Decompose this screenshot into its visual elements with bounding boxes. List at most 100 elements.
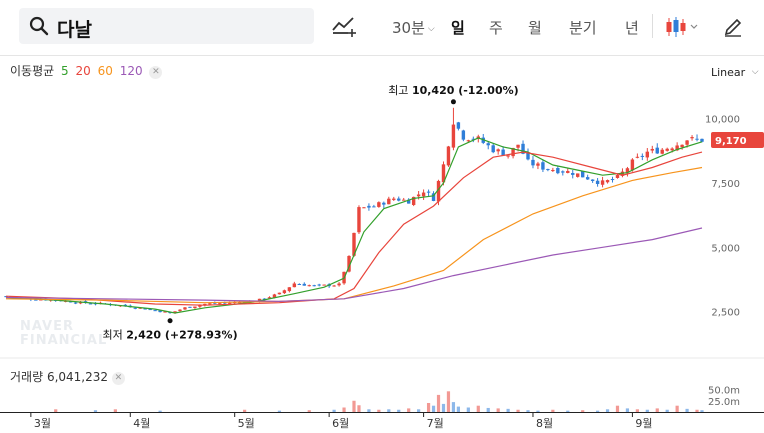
candle-body	[153, 310, 157, 312]
low-annotation: 최저 2,420 (+278.93%)	[102, 329, 237, 342]
ma-line-5	[5, 137, 703, 314]
volume-bar	[655, 408, 659, 412]
candle-body	[402, 199, 406, 201]
x-tick-label: 8월	[536, 417, 553, 430]
candle-body	[610, 179, 615, 181]
volume-bar	[426, 403, 431, 412]
volume-bar	[486, 407, 490, 412]
candle-body	[531, 159, 535, 166]
candle-body	[307, 285, 311, 287]
x-tick-label: 5월	[238, 417, 255, 430]
volume-bar	[645, 409, 649, 412]
volume-bar	[54, 409, 58, 412]
candle-body	[337, 283, 341, 286]
candle-body	[635, 156, 640, 158]
x-tick-label: 4월	[133, 417, 150, 430]
volume-bar	[635, 409, 639, 412]
volume-bar	[605, 409, 610, 412]
x-tick-label: 7월	[427, 417, 444, 430]
candle-body	[695, 138, 699, 140]
volume-bar	[377, 409, 381, 412]
candle-body	[576, 173, 580, 177]
candle-body	[501, 149, 505, 156]
volume-bar	[675, 405, 679, 412]
candle-body	[133, 307, 137, 309]
volume-bar	[113, 409, 117, 412]
candle-body	[188, 306, 192, 308]
candle-body	[700, 138, 704, 142]
volume-bar	[441, 403, 446, 412]
candle-body	[73, 302, 78, 304]
candle-body	[277, 292, 282, 295]
volume-bar	[665, 409, 669, 412]
volume-bar	[596, 410, 600, 412]
candle-body	[446, 146, 451, 166]
candle-body	[556, 168, 560, 174]
volume-bar	[407, 408, 411, 412]
candle-body	[506, 155, 510, 157]
candle-body	[561, 171, 565, 173]
volume-bar	[695, 409, 699, 412]
candle-body	[491, 145, 495, 153]
volume-tick-label: 50.0m	[708, 386, 740, 397]
volume-bar	[158, 410, 162, 412]
volume-bar	[506, 408, 510, 412]
candle-body	[397, 198, 401, 201]
volume-bar	[566, 410, 570, 412]
candle-body	[615, 175, 620, 178]
candle-body	[466, 140, 471, 142]
candle-body	[660, 149, 664, 154]
candle-body	[317, 284, 321, 286]
candle-body	[486, 143, 490, 146]
candle-body	[665, 148, 669, 151]
candle-body	[362, 207, 366, 209]
volume-bar	[476, 405, 480, 412]
volume-bar	[625, 408, 630, 412]
candle-body	[536, 163, 540, 166]
candle-body	[541, 162, 545, 170]
candle-body	[640, 155, 645, 157]
candle-body	[426, 191, 431, 193]
volume-bar	[456, 406, 460, 412]
candle-body	[650, 148, 654, 151]
candle-body	[516, 144, 520, 148]
volume-bar	[342, 407, 346, 412]
candle-body	[392, 198, 396, 200]
volume-bar	[581, 410, 585, 412]
candle-body	[630, 159, 635, 171]
volume-bar	[496, 408, 500, 412]
watermark-text: NAVER	[20, 319, 74, 334]
candle-body	[590, 179, 595, 181]
low-marker	[167, 318, 173, 324]
candle-body	[387, 198, 391, 205]
volume-bar	[451, 402, 456, 412]
candle-body	[282, 290, 287, 294]
candle-body	[208, 303, 212, 305]
volume-bar	[387, 409, 391, 412]
candle-body	[461, 130, 466, 140]
volume-bar	[685, 408, 689, 412]
candle-body	[312, 285, 316, 287]
candle-body	[595, 180, 600, 185]
candle-body	[382, 202, 386, 205]
volume-bar	[536, 410, 540, 412]
volume-tick-label: 25.0m	[708, 397, 740, 408]
candle-body	[377, 202, 381, 207]
x-tick-label: 9월	[635, 417, 652, 430]
candle-body	[451, 124, 456, 148]
volume-bar	[277, 410, 282, 412]
candle-body	[287, 287, 292, 292]
volume-bar	[436, 394, 441, 412]
candle-body	[372, 206, 376, 208]
high-annotation: 최고 10,420 (-12.00%)	[388, 84, 518, 97]
candle-body	[218, 303, 222, 305]
candle-body	[456, 122, 461, 129]
volume-bar	[397, 409, 401, 412]
candle-body	[645, 151, 650, 158]
volume-bar	[516, 409, 520, 412]
price-chart[interactable]: NAVERFINANCIAL 10,000 7,500 5,000 2,500 50.0m…	[0, 0, 764, 433]
high-marker	[450, 99, 456, 105]
candle-body	[183, 307, 187, 310]
candle-body	[600, 180, 605, 185]
candle-body	[416, 194, 421, 197]
